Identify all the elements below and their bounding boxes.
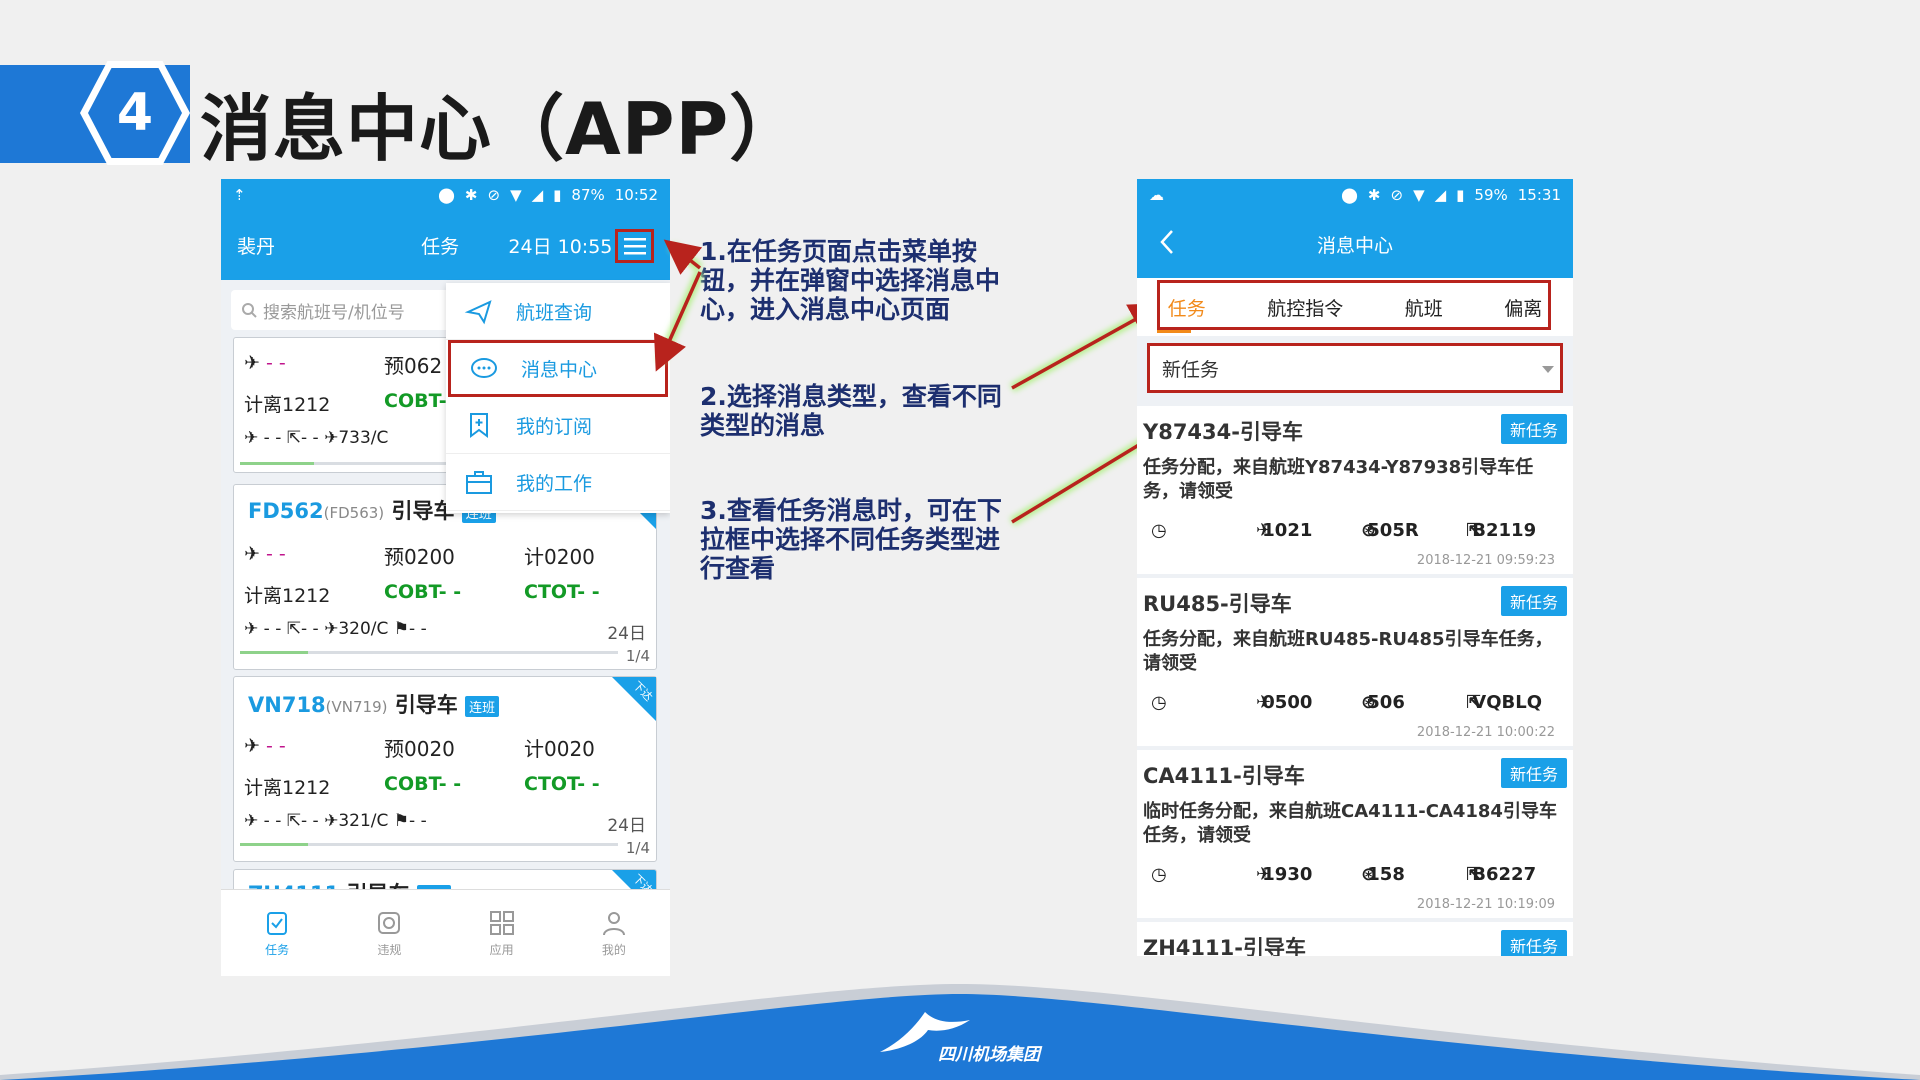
right-phone-screen: ☁ ⬤ ✱ ⊘ ▼ ◢ ▮ 59% 15:31 消息中心 任务 航控指令 航班 偏离 新任务 … <box>1137 179 1573 956</box>
new-task-badge: 新任务 <box>1500 758 1567 788</box>
message-item[interactable]: ZH4111-引导车 新任务 <box>1137 922 1573 956</box>
wifi-icon: ▼ <box>1413 186 1425 204</box>
tabs-highlight <box>1157 280 1551 330</box>
message-body: 任务分配，来自航班RU485-RU485引导车任务，请领受 <box>1143 629 1553 674</box>
stand-icon: ✈ <box>1256 864 1272 885</box>
message-timestamp: 2018-12-21 09:59:23 <box>1416 553 1555 568</box>
clock-icon: ◷ <box>1151 692 1167 713</box>
back-chevron-icon <box>1160 230 1173 254</box>
stand-icon: ✈ <box>1256 692 1272 713</box>
dnd-icon: ⊘ <box>1390 186 1404 204</box>
annotation-arrows <box>653 239 1245 526</box>
message-timestamp: 2018-12-21 10:19:09 <box>1416 897 1555 912</box>
active-tab-indicator <box>1157 330 1191 333</box>
message-item[interactable]: Y87434-引导车 新任务 任务分配，来自航班Y87434-Y87938引导车… <box>1137 406 1573 574</box>
message-item[interactable]: RU485-引导车 新任务 任务分配，来自航班RU485-RU485引导车任务，… <box>1137 578 1573 746</box>
gate-icon: ⇱ <box>1466 864 1482 885</box>
location-icon: ⬤ <box>1341 186 1358 204</box>
clock-icon: ◷ <box>1151 520 1167 541</box>
clock-icon: ◷ <box>1151 864 1167 885</box>
message-item[interactable]: CA4111-引导车 新任务 临时任务分配，来自航班CA4111-CA4184引… <box>1137 750 1573 918</box>
chevron-down-icon <box>1542 366 1554 373</box>
bluetooth-icon: ✱ <box>1367 186 1381 204</box>
back-button[interactable] <box>1159 229 1175 260</box>
battery-icon: ▮ <box>1456 186 1465 204</box>
message-timestamp: 2018-12-21 10:00:22 <box>1416 725 1555 740</box>
cloud-icon: ☁ <box>1149 186 1164 204</box>
screen-title: 消息中心 <box>1316 235 1393 257</box>
battery-level: 59% <box>1474 186 1508 204</box>
registration-icon: ⊛ <box>1361 864 1377 885</box>
new-task-badge: 新任务 <box>1500 586 1567 616</box>
signal-icon: ◢ <box>1434 186 1447 204</box>
gate-icon: ⇱ <box>1466 520 1482 541</box>
message-body: 临时任务分配，来自航班CA4111-CA4184引导车任务，请领受 <box>1143 801 1557 846</box>
new-task-badge: 新任务 <box>1500 414 1567 444</box>
message-title: ZH4111-引导车 <box>1143 936 1306 956</box>
message-body: 任务分配，来自航班Y87434-Y87938引导车任务，请领受 <box>1143 457 1534 502</box>
status-bar: ☁ ⬤ ✱ ⊘ ▼ ◢ ▮ 59% 15:31 <box>1137 179 1573 211</box>
gate-icon: ⇱ <box>1466 692 1482 713</box>
stand-icon: ✈ <box>1256 520 1272 541</box>
registration-icon: ⊛ <box>1361 692 1377 713</box>
message-title: RU485-引导车 <box>1143 592 1292 616</box>
message-title: CA4111-引导车 <box>1143 764 1305 788</box>
clock: 15:31 <box>1517 186 1561 204</box>
app-bar: 消息中心 <box>1137 211 1573 278</box>
footer-brand: 四川机场集团 <box>938 1045 1040 1065</box>
message-title: Y87434-引导车 <box>1143 420 1303 444</box>
task-type-select[interactable]: 新任务 <box>1147 343 1563 393</box>
new-task-badge: 新任务 <box>1500 930 1567 956</box>
registration-icon: ⊛ <box>1361 520 1377 541</box>
